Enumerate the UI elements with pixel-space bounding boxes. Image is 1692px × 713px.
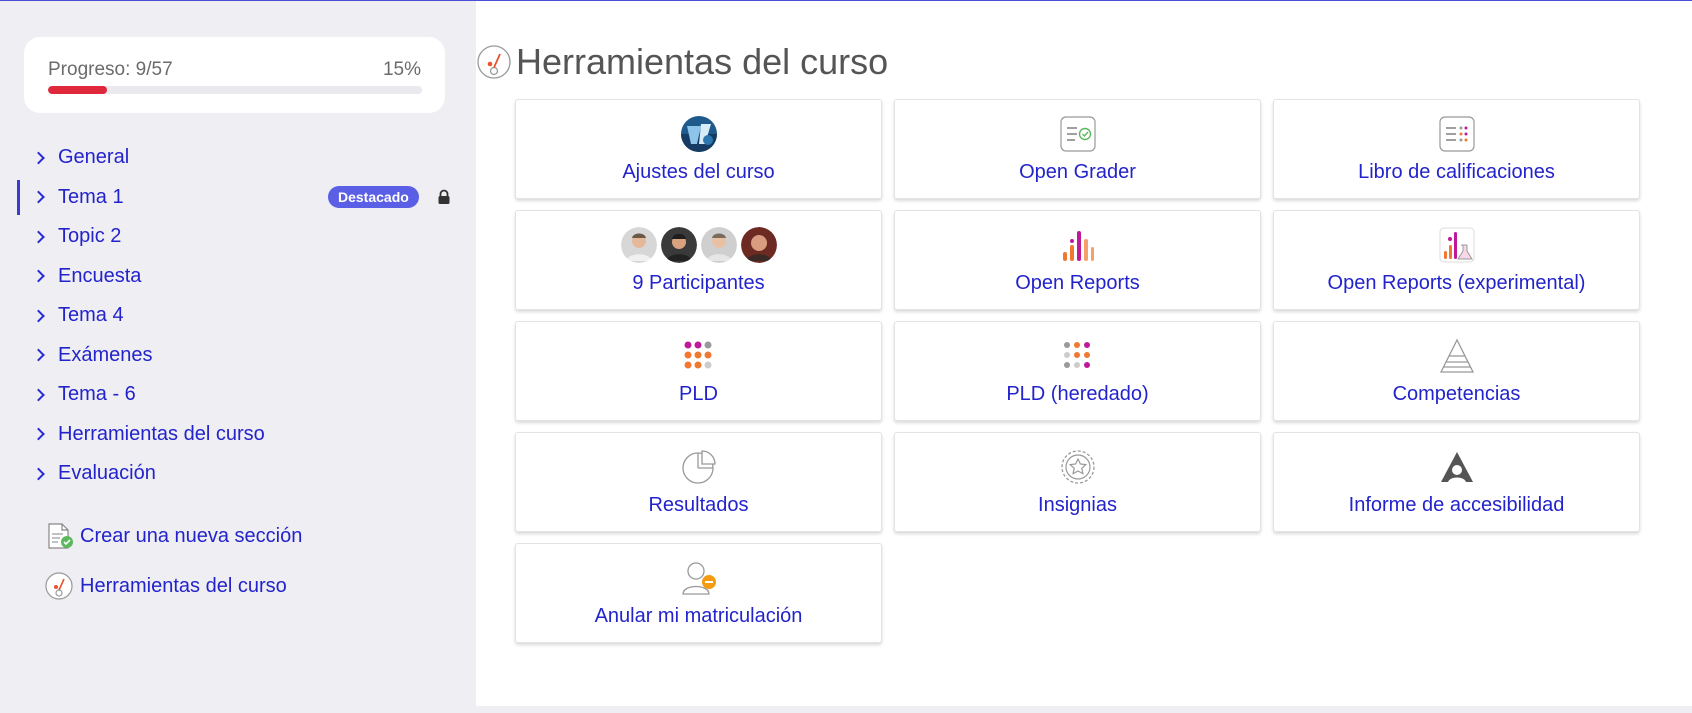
chevron-right-icon[interactable] xyxy=(32,190,45,204)
tool-tile-pld-legacy[interactable]: PLD (heredado) xyxy=(894,321,1261,421)
tool-label[interactable]: Libro de calificaciones xyxy=(1274,161,1639,184)
pld-legacy-icon xyxy=(1063,342,1090,368)
tool-label[interactable]: Open Grader xyxy=(895,161,1260,184)
new-section-icon xyxy=(48,523,73,549)
gradebook-icon xyxy=(1438,116,1475,152)
chevron-right-icon[interactable] xyxy=(32,230,45,244)
section-label[interactable]: Tema 1 xyxy=(58,186,124,209)
reports-experimental-icon xyxy=(1439,227,1474,263)
tool-label[interactable]: Insignias xyxy=(895,494,1260,517)
chevron-right-icon[interactable] xyxy=(32,388,45,402)
main-content: Herramientas del curso Ajustes del curso xyxy=(476,1,1692,706)
progress-percent: 15% xyxy=(382,59,421,80)
section-item-evaluacion[interactable]: Evaluación xyxy=(0,454,476,494)
chevron-right-icon[interactable] xyxy=(32,151,45,165)
tool-tile-unenrol[interactable]: Anular mi matriculación xyxy=(515,543,882,643)
tool-label[interactable]: PLD xyxy=(516,383,881,406)
progress-label: Progreso: 9/57 xyxy=(48,59,173,80)
section-label[interactable]: Herramientas del curso xyxy=(58,423,265,446)
tools-grid: Ajustes del curso Open Grader Libro de c… xyxy=(515,99,1640,643)
chevron-right-icon[interactable] xyxy=(32,309,45,323)
reports-icon xyxy=(1062,231,1094,261)
section-item-herramientas[interactable]: Herramientas del curso xyxy=(0,415,476,455)
course-tools-label[interactable]: Herramientas del curso xyxy=(80,575,287,598)
section-item-encuesta[interactable]: Encuesta xyxy=(0,257,476,297)
progress-card: Progreso: 9/57 15% xyxy=(24,37,445,113)
tool-tile-course-settings[interactable]: Ajustes del curso xyxy=(515,99,882,199)
tool-tile-open-reports[interactable]: Open Reports xyxy=(894,210,1261,310)
chevron-right-icon[interactable] xyxy=(32,467,45,481)
tool-tile-accessibility[interactable]: Informe de accesibilidad xyxy=(1273,432,1640,532)
unenrol-icon xyxy=(681,562,716,595)
section-item-topic-2[interactable]: Topic 2 xyxy=(0,217,476,257)
tool-label[interactable]: Informe de accesibilidad xyxy=(1274,494,1639,517)
page-header: Herramientas del curso xyxy=(476,41,888,83)
section-label[interactable]: Encuesta xyxy=(58,265,141,288)
page-title: Herramientas del curso xyxy=(516,41,889,82)
section-label[interactable]: Evaluación xyxy=(58,462,156,485)
tool-label[interactable]: Anular mi matriculación xyxy=(516,605,881,628)
create-section-label[interactable]: Crear una nueva sección xyxy=(80,525,302,548)
tool-label[interactable]: Ajustes del curso xyxy=(516,161,881,184)
progress-bar-fill xyxy=(48,86,108,94)
section-item-tema-4[interactable]: Tema 4 xyxy=(0,296,476,336)
tool-tile-open-grader[interactable]: Open Grader xyxy=(894,99,1261,199)
chevron-right-icon[interactable] xyxy=(32,427,45,441)
chevron-right-icon[interactable] xyxy=(32,269,45,283)
tool-label[interactable]: PLD (heredado) xyxy=(895,383,1260,406)
section-label[interactable]: Tema 4 xyxy=(58,304,124,327)
avatar xyxy=(740,227,777,263)
tool-tile-pld[interactable]: PLD xyxy=(515,321,882,421)
section-label[interactable]: Topic 2 xyxy=(58,225,121,248)
lock-icon xyxy=(438,189,450,205)
pld-icon xyxy=(684,341,711,369)
create-section-link[interactable]: Crear una nueva sección xyxy=(44,521,302,551)
gauge-icon xyxy=(45,572,73,600)
outcomes-icon xyxy=(681,450,716,484)
avatar xyxy=(660,227,697,263)
accessibility-icon xyxy=(1440,452,1473,482)
tool-label[interactable]: Open Reports (experimental) xyxy=(1274,272,1639,295)
competencies-icon xyxy=(1439,338,1474,373)
gauge-icon xyxy=(477,45,511,79)
tool-tile-participants[interactable]: 9 Participantes xyxy=(515,210,882,310)
tool-tile-competencies[interactable]: Competencias xyxy=(1273,321,1640,421)
grader-icon xyxy=(1059,116,1096,152)
tool-tile-open-reports-experimental[interactable]: Open Reports (experimental) xyxy=(1273,210,1640,310)
section-label[interactable]: Tema - 6 xyxy=(58,383,136,406)
tool-label[interactable]: Competencias xyxy=(1274,383,1639,406)
tool-label[interactable]: Open Reports xyxy=(895,272,1260,295)
course-index-sidebar: Progreso: 9/57 15% General Tema 1 Destac… xyxy=(0,1,476,713)
section-item-general[interactable]: General xyxy=(0,138,476,178)
section-label[interactable]: Exámenes xyxy=(58,344,153,367)
tool-tile-badges[interactable]: Insignias xyxy=(894,432,1261,532)
bottom-scroll-track xyxy=(476,706,1692,713)
section-list: General Tema 1 Destacado Topic 2 Encuest… xyxy=(0,138,476,494)
tool-label[interactable]: Resultados xyxy=(516,494,881,517)
tool-label[interactable]: 9 Participantes xyxy=(516,272,881,295)
avatar xyxy=(620,227,657,263)
course-tools-link[interactable]: Herramientas del curso xyxy=(44,571,287,601)
section-label[interactable]: General xyxy=(58,146,129,169)
tool-tile-outcomes[interactable]: Resultados xyxy=(515,432,882,532)
course-settings-icon xyxy=(680,116,717,152)
section-item-examenes[interactable]: Exámenes xyxy=(0,336,476,376)
tool-tile-gradebook[interactable]: Libro de calificaciones xyxy=(1273,99,1640,199)
highlighted-badge: Destacado xyxy=(328,186,419,209)
avatar xyxy=(700,227,737,263)
participant-avatars xyxy=(614,227,784,263)
progress-bar xyxy=(48,86,422,94)
badges-icon xyxy=(1060,450,1095,484)
section-item-tema-6[interactable]: Tema - 6 xyxy=(0,375,476,415)
chevron-right-icon[interactable] xyxy=(32,348,45,362)
section-item-tema-1[interactable]: Tema 1 Destacado xyxy=(0,178,476,218)
